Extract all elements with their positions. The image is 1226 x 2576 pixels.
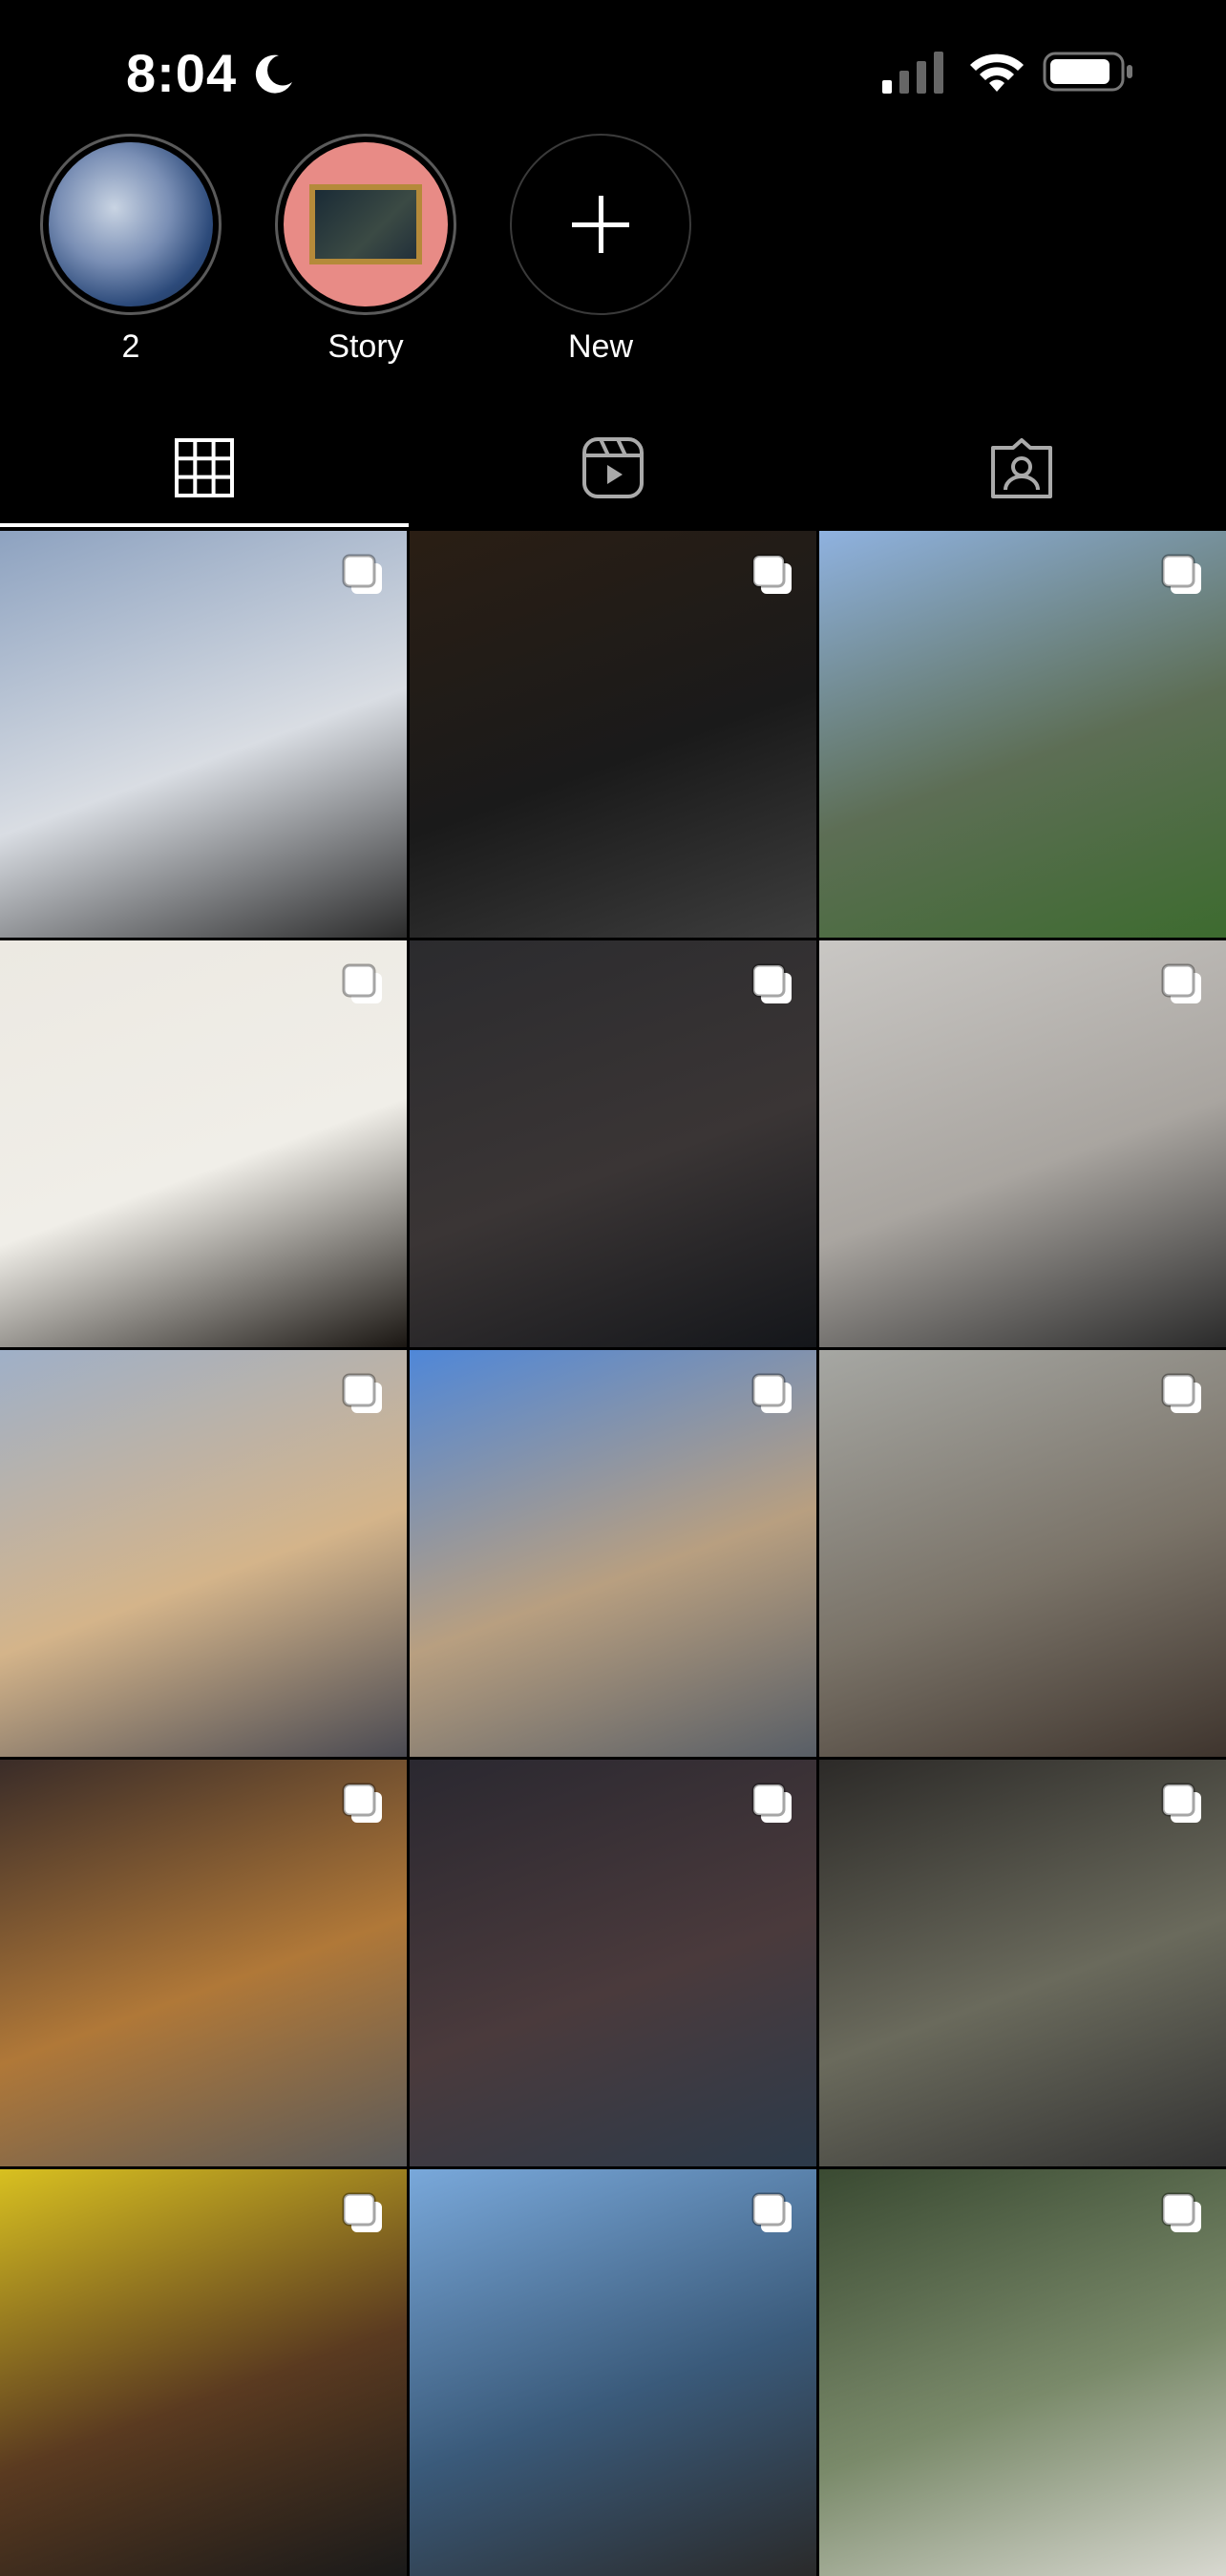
- multi-photo-icon: [751, 554, 792, 594]
- profile-tabs: [0, 411, 1226, 525]
- tab-tagged[interactable]: [817, 411, 1226, 525]
- multi-photo-icon: [1161, 963, 1201, 1003]
- story-highlights: 2 Story New: [0, 134, 1226, 372]
- post-thumbnail[interactable]: [0, 1350, 407, 1757]
- highlight-2[interactable]: 2: [40, 134, 222, 366]
- post-thumbnail[interactable]: [410, 2169, 816, 2576]
- plus-icon: [572, 196, 629, 253]
- reels-icon: [582, 437, 644, 498]
- tab-posts[interactable]: [0, 411, 409, 525]
- multi-photo-icon: [751, 1373, 792, 1413]
- active-tab-indicator: [0, 523, 409, 527]
- highlight-avatar[interactable]: [40, 134, 222, 315]
- post-thumbnail[interactable]: [819, 1760, 1226, 2166]
- tab-reels[interactable]: [409, 411, 817, 525]
- multi-photo-icon: [1161, 1783, 1201, 1823]
- highlight-story[interactable]: Story: [275, 134, 456, 366]
- multi-photo-icon: [1161, 554, 1201, 594]
- post-thumbnail[interactable]: [410, 1760, 816, 2166]
- post-thumbnail[interactable]: [410, 531, 816, 938]
- status-bar: 8:04: [0, 0, 1226, 134]
- highlight-image: [284, 142, 448, 306]
- grid-icon: [175, 438, 234, 497]
- multi-photo-icon: [342, 963, 382, 1003]
- post-thumbnail[interactable]: [819, 2169, 1226, 2576]
- battery-icon: [1043, 52, 1132, 92]
- multi-photo-icon: [751, 963, 792, 1003]
- moon-icon: [255, 54, 292, 94]
- post-thumbnail[interactable]: [0, 531, 407, 938]
- multi-photo-icon: [751, 1783, 792, 1823]
- post-thumbnail[interactable]: [0, 1760, 407, 2166]
- post-thumbnail[interactable]: [410, 1350, 816, 1757]
- post-thumbnail[interactable]: [819, 1350, 1226, 1757]
- wifi-icon: [970, 53, 1024, 92]
- multi-photo-icon: [1161, 2192, 1201, 2232]
- post-thumbnail[interactable]: [0, 940, 407, 1347]
- new-highlight-button[interactable]: [510, 134, 691, 315]
- highlight-label: New: [567, 328, 634, 365]
- highlight-label: 2: [121, 328, 140, 365]
- multi-photo-icon: [342, 554, 382, 594]
- signal-icon: [882, 52, 943, 94]
- tagged-icon: [991, 438, 1052, 498]
- highlight-image: [49, 142, 213, 306]
- highlight-label: Story: [328, 328, 404, 365]
- multi-photo-icon: [342, 1783, 382, 1823]
- painting-frame: [309, 184, 422, 264]
- post-thumbnail[interactable]: [0, 2169, 407, 2576]
- multi-photo-icon: [751, 2192, 792, 2232]
- status-time: 8:04: [126, 43, 238, 103]
- post-thumbnail[interactable]: [819, 940, 1226, 1347]
- multi-photo-icon: [342, 2192, 382, 2232]
- multi-photo-icon: [342, 1373, 382, 1413]
- multi-photo-icon: [1161, 1373, 1201, 1413]
- highlight-new[interactable]: New: [510, 134, 691, 366]
- highlight-avatar[interactable]: [275, 134, 456, 315]
- post-thumbnail[interactable]: [410, 940, 816, 1347]
- post-thumbnail[interactable]: [819, 531, 1226, 938]
